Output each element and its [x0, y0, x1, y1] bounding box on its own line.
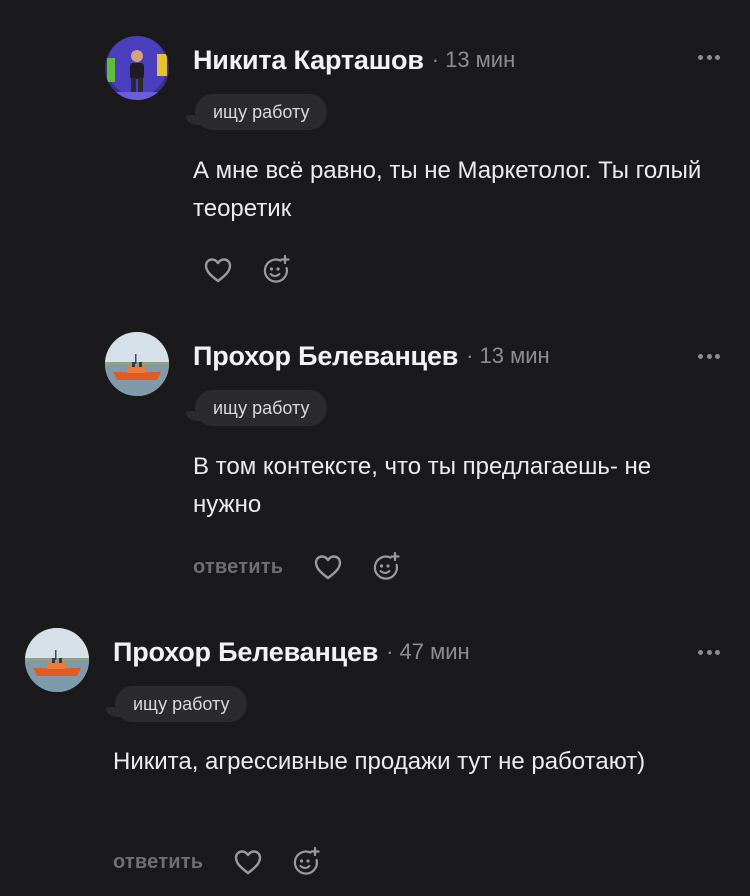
avatar-image [25, 628, 89, 692]
timestamp: 47 мин [399, 639, 470, 664]
like-button[interactable] [231, 845, 265, 879]
status-badge: ищу работу [105, 686, 248, 722]
add-emoji-icon [374, 551, 400, 580]
like-button[interactable] [311, 550, 345, 584]
comment-text: А мне всё равно, ты не Маркетолог. Ты го… [193, 157, 702, 222]
comment-header: Никита Карташов · 13 мин [193, 40, 515, 80]
more-dots-icon[interactable] [698, 54, 720, 60]
author-name[interactable]: Никита Карташов [193, 45, 424, 76]
comment-header: Прохор Белеванцев · 47 мин [113, 632, 470, 672]
comment-actions: ответить [113, 845, 347, 879]
author-name[interactable]: Прохор Белеванцев [113, 637, 378, 668]
react-button[interactable] [369, 550, 403, 584]
comment-text: Никита, агрессивные продажи тут не работ… [113, 748, 646, 775]
more-dots-icon[interactable] [698, 353, 720, 359]
comment-actions [201, 253, 317, 287]
more-dots-icon[interactable] [698, 649, 720, 655]
author-name[interactable]: Прохор Белеванцев [193, 341, 458, 372]
status-badge: ищу работу [185, 94, 328, 130]
comment-actions: ответить [193, 550, 427, 584]
add-emoji-icon [294, 846, 320, 875]
add-emoji-icon [263, 254, 290, 283]
separator-dot: · [431, 47, 440, 72]
separator-dot: · [466, 343, 474, 368]
heart-icon [234, 850, 262, 875]
reply-button[interactable]: ответить [113, 851, 203, 874]
like-button[interactable] [201, 253, 235, 287]
avatar[interactable] [105, 36, 169, 100]
heart-icon [204, 258, 232, 283]
comment: Прохор Белеванцев · 13 мин ищу работу В … [105, 310, 750, 600]
heart-icon [314, 555, 342, 580]
comment-text: В том контексте, что ты предлагаешь- не … [193, 453, 652, 518]
reply-button[interactable]: ответить [193, 556, 283, 579]
comment-header: Прохор Белеванцев · 13 мин [193, 336, 550, 376]
separator-dot: · [386, 639, 394, 664]
timestamp: 13 мин [479, 343, 550, 368]
react-button[interactable] [289, 845, 323, 879]
timestamp: 13 мин [445, 47, 516, 72]
comment: Никита Карташов · 13 мин ищу работу А мн… [105, 0, 750, 300]
status-badge: ищу работу [185, 390, 328, 426]
avatar-image [105, 36, 169, 100]
react-button[interactable] [259, 253, 293, 287]
avatar[interactable] [25, 628, 89, 692]
comment: Прохор Белеванцев · 47 мин ищу работу Ни… [25, 610, 750, 896]
avatar-image [105, 332, 169, 396]
avatar[interactable] [105, 332, 169, 396]
